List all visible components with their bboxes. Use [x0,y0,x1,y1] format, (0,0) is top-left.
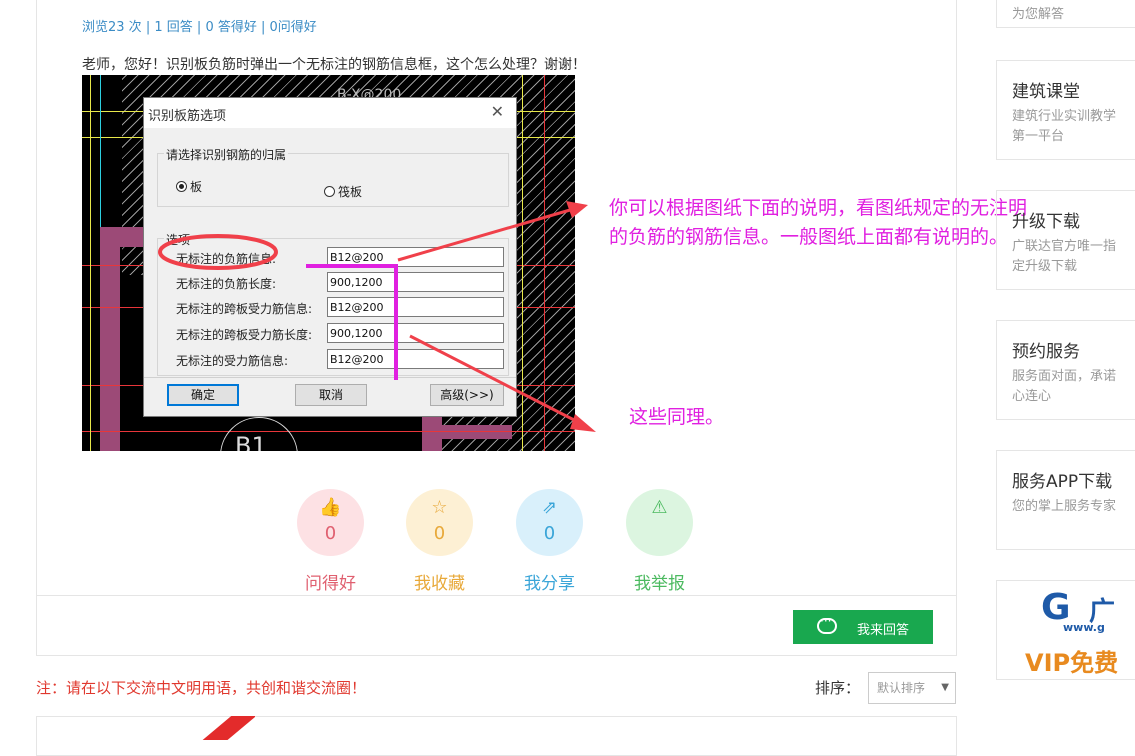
arrow-head [570,414,596,432]
highlight-ellipse [158,234,278,270]
best-answer-ribbon [195,716,255,740]
thumbs-up-icon: 👍 [319,497,342,518]
favorite-label[interactable]: 我收藏 [406,569,473,594]
star-icon: ☆ [431,497,448,518]
sidebar-card-classroom[interactable]: 建筑课堂 建筑行业实训教学第一平台 [996,60,1135,160]
sidebar-card-top[interactable]: 为您解答 [996,0,1135,28]
warning-icon: ⚠ [651,497,668,518]
share-icon: ⇗ [541,497,558,518]
answer-list-item [36,716,957,756]
like-question-label[interactable]: 问得好 [297,569,364,594]
answer-button[interactable]: 我来回答 [793,610,933,644]
report-label[interactable]: 我举报 [626,569,693,594]
sidebar-card-appointment[interactable]: 预约服务 服务面对面，承诺心连心 [996,320,1135,420]
arrow-line [409,334,579,424]
favorite-count: 0 [433,523,446,544]
like-question-button[interactable]: 👍 0 [297,489,364,556]
arrow-line [397,208,571,262]
share-button[interactable]: ⇗ 0 [516,489,583,556]
sidebar-card-upgrade[interactable]: 升级下载 广联达官方唯一指定升级下载 [996,190,1135,290]
civility-notice: 注：请在以下交流中文明用语，共创和谐交流圈！ [36,679,367,697]
sort-label: 排序： [815,679,861,697]
divider [36,595,957,596]
annotation-overlay [158,201,596,432]
favorite-button[interactable]: ☆ 0 [406,489,473,556]
report-button[interactable]: ⚠ [626,489,693,556]
sort-select[interactable]: 默认排序 ▼ [868,672,956,704]
vip-banner[interactable]: G 广 www.g VIP免费 [996,580,1135,680]
share-count: 0 [543,523,556,544]
arrow-head [566,201,588,218]
annotation-second: 这些同理。 [629,406,725,428]
sidebar-card-app[interactable]: 服务APP下载 您的掌上服务专家 [996,450,1135,550]
chevron-down-icon: ▼ [941,682,949,693]
chat-bubble-icon [817,614,837,634]
like-count: 0 [324,523,337,544]
annotation-main: 你可以根据图纸下面的说明，看图纸规定的无注明的负筋的钢筋信息。一般图纸上面都有说… [609,197,1028,248]
share-label[interactable]: 我分享 [516,569,583,594]
